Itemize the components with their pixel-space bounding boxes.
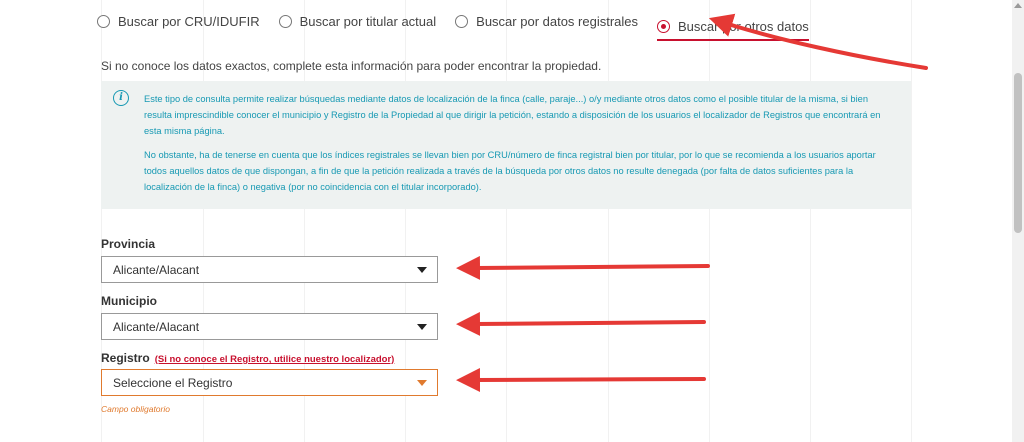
radio-buscar-titular-actual[interactable]: Buscar por titular actual: [278, 11, 437, 31]
chevron-down-icon: [417, 324, 427, 330]
required-field-error: Campo obligatorio: [101, 404, 170, 414]
info-paragraph: No obstante, ha de tenerse en cuenta que…: [144, 150, 876, 192]
municipio-label: Municipio: [101, 294, 157, 308]
chevron-down-icon: [417, 380, 427, 386]
radio-circle-selected[interactable]: [657, 19, 671, 33]
provincia-select[interactable]: Alicante/Alacant: [101, 256, 438, 283]
municipio-value: Alicante/Alacant: [113, 319, 200, 334]
scrollbar-thumb[interactable]: [1014, 73, 1022, 233]
radio-circle[interactable]: [278, 14, 292, 28]
registro-select[interactable]: Seleccione el Registro: [101, 369, 438, 396]
scrollbar[interactable]: [1012, 0, 1024, 442]
info-paragraph: Este tipo de consulta permite realizar b…: [144, 94, 881, 136]
radio-buscar-otros-datos[interactable]: Buscar por otros datos: [657, 16, 809, 41]
radio-label: Buscar por otros datos: [678, 18, 809, 34]
registro-label: Registro: [101, 351, 150, 365]
radio-circle[interactable]: [97, 14, 110, 28]
scroll-up-arrow-icon[interactable]: [1014, 3, 1022, 8]
info-icon: i: [113, 90, 129, 106]
radio-label: Buscar por titular actual: [299, 13, 437, 29]
annotation-arrow: [456, 367, 706, 392]
annotation-arrow: [456, 311, 706, 336]
chevron-down-icon: [417, 267, 427, 273]
radio-buscar-datos-registrales[interactable]: Buscar por datos registrales: [455, 11, 638, 31]
radio-label: Buscar por datos registrales: [476, 13, 639, 29]
search-type-radio-group: Buscar por CRU/IDUFIR Buscar por titular…: [97, 11, 828, 41]
municipio-select[interactable]: Alicante/Alacant: [101, 313, 438, 340]
registro-value: Seleccione el Registro: [113, 375, 233, 390]
info-box: i Este tipo de consulta permite realizar…: [101, 81, 911, 209]
provincia-value: Alicante/Alacant: [113, 262, 200, 277]
radio-label: Buscar por CRU/IDUFIR: [118, 13, 260, 29]
intro-text: Si no conoce los datos exactos, complete…: [101, 59, 602, 73]
provincia-label: Provincia: [101, 237, 156, 251]
radio-buscar-cru-idufir[interactable]: Buscar por CRU/IDUFIR: [97, 11, 260, 31]
annotation-arrow: [456, 255, 710, 280]
radio-circle[interactable]: [455, 14, 469, 28]
registro-localizador-link[interactable]: (Si no conoce el Registro, utilice nuest…: [155, 354, 395, 365]
registro-label-row: Registro (Si no conoce el Registro, utili…: [101, 351, 394, 365]
